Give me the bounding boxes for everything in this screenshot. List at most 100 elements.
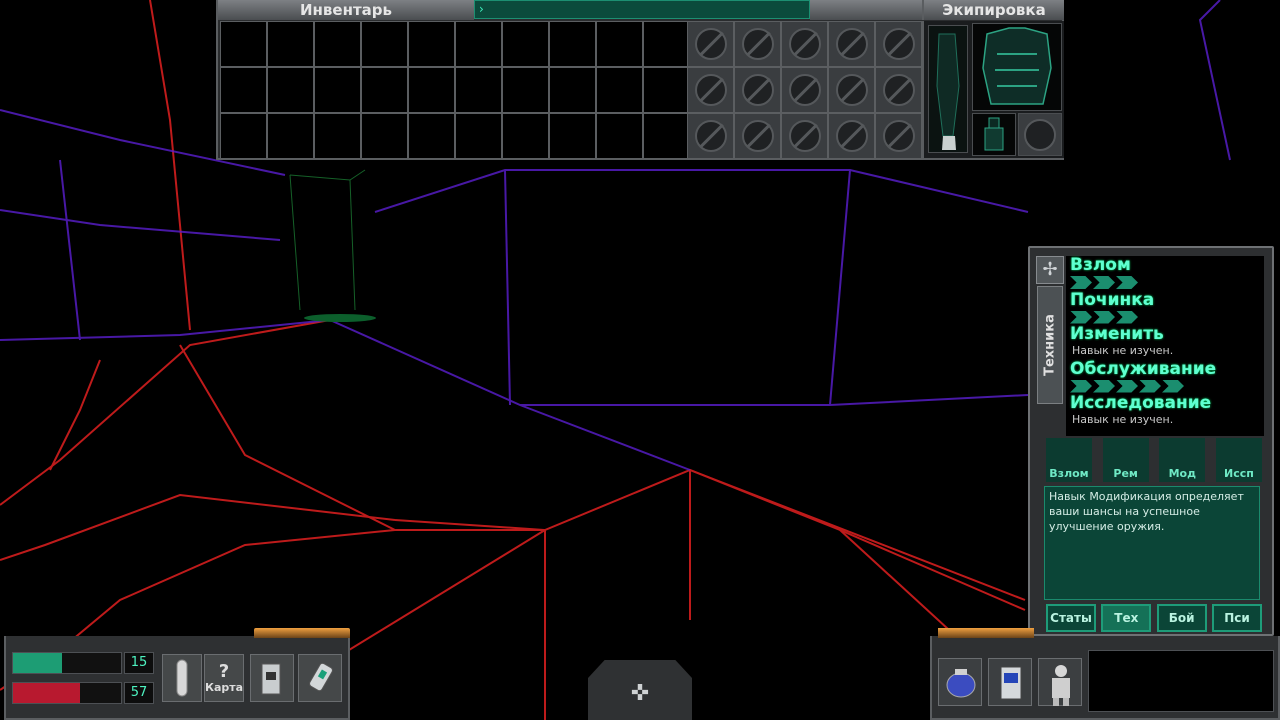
inventory-slot[interactable] — [315, 22, 360, 66]
inventory-slot[interactable] — [644, 68, 689, 112]
skill-button-label: Рем — [1113, 467, 1138, 480]
skill-description: Навык Модификация определяет ваши шансы … — [1044, 486, 1260, 600]
skill-level-chevron — [1162, 379, 1184, 393]
tool-slot-1[interactable] — [250, 654, 294, 702]
locked-icon — [835, 120, 868, 152]
arm-armor-icon — [936, 33, 960, 150]
hud-message-screen — [1088, 650, 1274, 712]
locked-slot — [688, 68, 733, 112]
inventory-slot[interactable] — [503, 68, 548, 112]
quick-slot-2[interactable] — [988, 658, 1032, 706]
map-label: Карта — [204, 680, 244, 694]
inventory-slot[interactable] — [456, 22, 501, 66]
skill-item[interactable]: Изменить Навык не изучен. — [1066, 325, 1264, 360]
character-icon — [1052, 665, 1070, 706]
locked-slot — [735, 114, 780, 158]
locked-slot — [782, 114, 827, 158]
health-fill — [13, 653, 62, 673]
inventory-slot[interactable] — [221, 114, 266, 158]
inventory-slot[interactable] — [597, 22, 642, 66]
skill-level-chevron — [1093, 310, 1115, 324]
inventory-slot[interactable] — [456, 68, 501, 112]
inventory-slot[interactable] — [409, 22, 454, 66]
locked-icon — [1024, 118, 1056, 151]
skill-button-modify[interactable]: Мод — [1159, 438, 1206, 482]
inventory-slot[interactable] — [221, 68, 266, 112]
quick-slot-1[interactable] — [938, 658, 982, 706]
map-button[interactable]: ? Карта — [204, 654, 244, 702]
inventory-slot[interactable] — [503, 114, 548, 158]
inventory-slot[interactable] — [456, 114, 501, 158]
tab-stats[interactable]: Статы — [1046, 604, 1096, 632]
inventory-slot[interactable] — [644, 114, 689, 158]
locked-slot — [876, 22, 921, 66]
tab-combat[interactable]: Бой — [1156, 604, 1207, 632]
locked-slot — [876, 114, 921, 158]
skill-button-research[interactable]: Иссп — [1215, 438, 1262, 482]
locked-slot — [688, 114, 733, 158]
locked-icon — [882, 28, 915, 60]
locked-icon — [788, 28, 821, 60]
quick-slot-3[interactable] — [1038, 658, 1082, 706]
skill-item[interactable]: Обслуживание — [1066, 360, 1264, 395]
locked-icon — [694, 28, 727, 60]
tab-tech[interactable]: Техника — [1037, 286, 1063, 404]
skill-item[interactable]: Починка — [1066, 291, 1264, 326]
inventory-slot[interactable] — [268, 68, 313, 112]
inventory-slot[interactable] — [315, 114, 360, 158]
inventory-slot[interactable] — [550, 68, 595, 112]
skill-item[interactable]: Взлом — [1066, 256, 1264, 291]
skill-level-chevron — [1093, 379, 1115, 393]
equip-belt-slot[interactable] — [972, 113, 1016, 156]
locked-slot — [829, 22, 874, 66]
inventory-slot[interactable] — [362, 68, 407, 112]
inventory-slot[interactable] — [597, 68, 642, 112]
inventory-header-spacer — [810, 0, 922, 20]
crosshair-icon: ✜ — [630, 681, 650, 706]
skill-note: Навык не изучен. — [1072, 413, 1174, 426]
locked-icon — [835, 74, 868, 106]
inventory-slot[interactable] — [550, 22, 595, 66]
inventory-slot[interactable] — [409, 68, 454, 112]
hud-accent-strip — [938, 628, 1034, 638]
inventory-slot[interactable] — [644, 22, 689, 66]
equip-extra-slot[interactable] — [1018, 113, 1062, 156]
inventory-slot[interactable] — [268, 114, 313, 158]
tab-tech-stats[interactable]: Тех — [1101, 604, 1152, 632]
inventory-slot[interactable] — [362, 22, 407, 66]
inventory-filter-input[interactable]: › — [474, 0, 810, 19]
equip-arms-slot[interactable] — [928, 25, 968, 153]
skill-name: Взлом — [1070, 255, 1131, 275]
tool-slot-2[interactable] — [298, 654, 342, 702]
skill-quick-buttons: Взлом Рем Мод Иссп — [1046, 438, 1262, 482]
locked-icon — [741, 74, 774, 106]
equip-body-slot[interactable] — [972, 23, 1062, 111]
inventory-slot[interactable] — [268, 22, 313, 66]
pin-icon[interactable]: ✢ — [1036, 256, 1064, 284]
skills-panel: ✢ Техника Взлом Починка Изменить Навык не и… — [1028, 246, 1274, 636]
skill-level-chevron — [1070, 379, 1092, 393]
body-armor-icon — [982, 27, 1052, 105]
skill-level-chevron — [1070, 276, 1092, 289]
skill-item[interactable]: Исследование Навык не изучен. — [1066, 394, 1264, 429]
inventory-slot[interactable] — [550, 114, 595, 158]
psi-bar — [12, 682, 122, 704]
inventory-slot[interactable] — [315, 68, 360, 112]
skill-name: Изменить — [1070, 324, 1164, 344]
hypo-icon — [176, 659, 188, 697]
inventory-slot[interactable] — [221, 22, 266, 66]
tab-psi[interactable]: Пси — [1211, 604, 1262, 632]
hypo-button[interactable] — [162, 654, 202, 702]
inventory-slot[interactable] — [362, 114, 407, 158]
locked-icon — [788, 120, 821, 152]
inventory-slot[interactable] — [409, 114, 454, 158]
locked-icon — [741, 28, 774, 60]
locked-icon — [694, 74, 727, 106]
locked-slot — [829, 68, 874, 112]
locked-slot — [829, 114, 874, 158]
skill-button-repair[interactable]: Рем — [1102, 438, 1149, 482]
skill-button-hack[interactable]: Взлом — [1046, 438, 1092, 482]
belt-icon — [984, 117, 1004, 151]
inventory-slot[interactable] — [503, 22, 548, 66]
inventory-slot[interactable] — [597, 114, 642, 158]
